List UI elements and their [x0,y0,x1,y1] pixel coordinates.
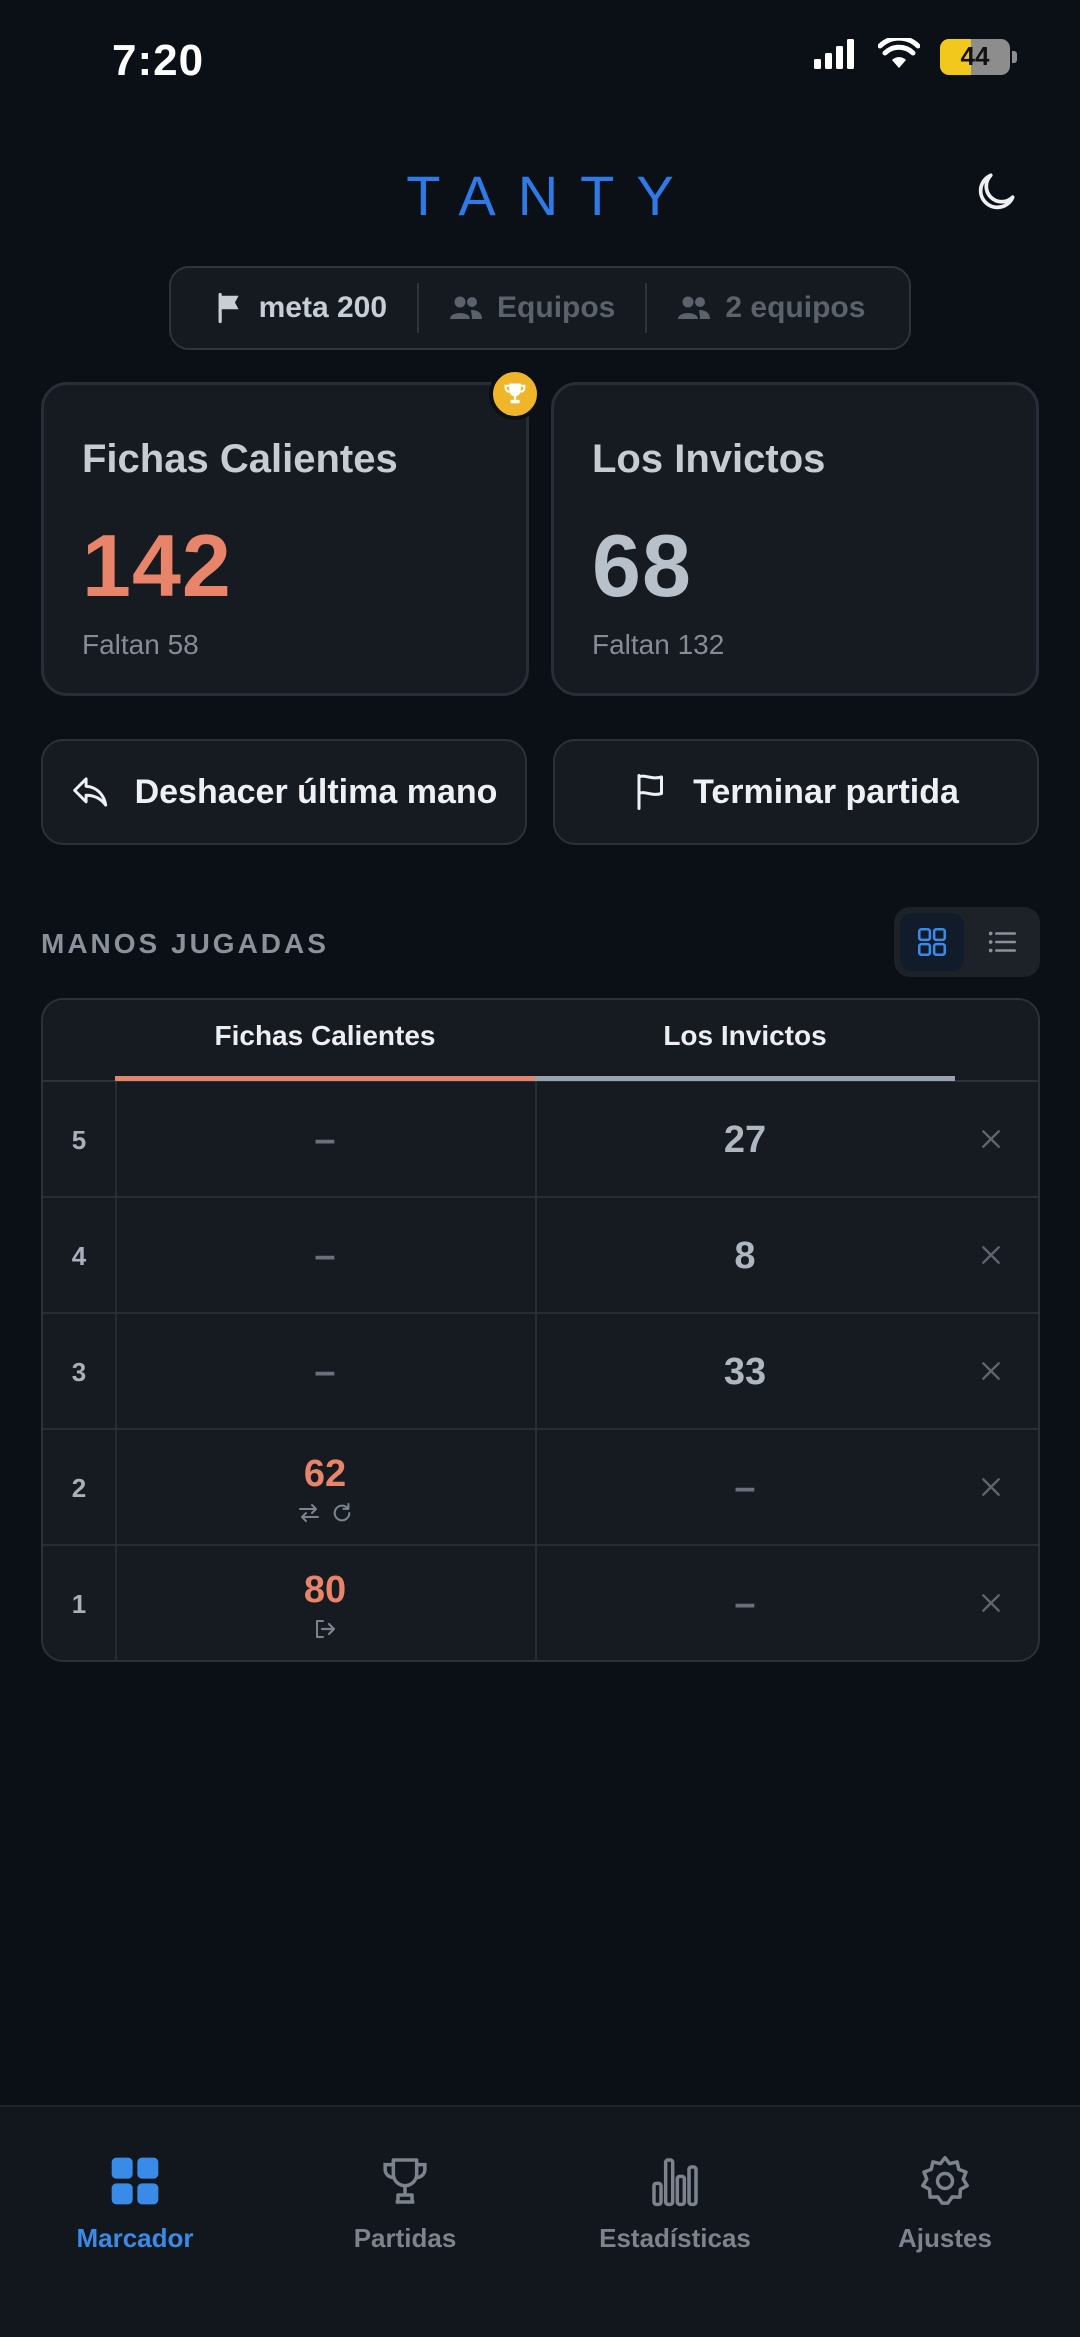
column-header: Fichas Calientes [214,1020,436,1051]
bar-chart-icon [652,2158,698,2207]
hand-number: 4 [71,1240,87,1271]
moon-icon [978,173,1015,210]
finish-game-button[interactable]: Terminar partida [553,739,1039,845]
team-name: Fichas Calientes [82,437,398,481]
wifi-icon [877,35,921,75]
exit-icon [316,1619,336,1638]
view-toggle [894,907,1040,977]
hand-number: 3 [71,1356,87,1387]
tab-partidas[interactable]: Partidas [270,2151,540,2254]
people-icon [678,296,711,319]
team2-points: 33 [723,1350,767,1393]
delete-hand-button[interactable] [968,1348,1014,1394]
tab-label: Estadísticas [599,2223,751,2253]
goal-pill[interactable]: meta 200 [185,283,417,333]
column-header: Los Invictos [663,1020,827,1051]
status-time: 7:20 [112,36,205,85]
swap-icon [299,1503,319,1522]
team-count-pill[interactable]: 2 equipos [647,283,895,333]
status-bar: 7:20 44 [0,0,1080,120]
table-row: 3 – 33 [43,1314,1038,1430]
hands-table: Fichas Calientes Los Invictos 5 – 27 4 –… [41,998,1040,1662]
undo-last-hand-button[interactable]: Deshacer última mano [41,739,527,845]
list-view-button[interactable] [970,913,1034,971]
delete-hand-button[interactable] [968,1464,1014,1510]
status-indicators: 44 [814,35,1017,75]
close-icon [982,1362,1000,1380]
hand-number: 1 [71,1588,87,1619]
theme-toggle-button[interactable] [966,162,1026,222]
section-title: MANOS JUGADAS [41,928,329,959]
grid-view-button[interactable] [900,913,964,971]
team1-points: 62 [303,1452,347,1495]
points-remaining: Faltan 132 [592,629,725,660]
team1-underline [115,1076,535,1081]
team-score: 142 [82,516,232,615]
hand-flags [313,1618,337,1640]
undo-icon [72,777,107,807]
mode-pill[interactable]: Equipos [419,283,645,333]
flag-outline-icon [637,774,664,810]
team1-points: – [314,1118,336,1161]
app-logo: TANTY [406,164,696,227]
gear-icon [921,2155,969,2205]
bottom-tab-bar: Marcador Partidas Estadísticas Ajustes [0,2105,1080,2337]
close-icon [982,1246,1000,1264]
team2-points: 8 [734,1234,756,1277]
tab-ajustes[interactable]: Ajustes [810,2151,1080,2254]
delete-hand-button[interactable] [968,1116,1014,1162]
hand-number: 2 [71,1472,87,1503]
team2-points: – [734,1582,756,1625]
team2-underline [535,1076,955,1081]
battery-indicator: 44 [940,38,1017,75]
tab-estadisticas[interactable]: Estadísticas [540,2151,810,2254]
table-row: 4 – 8 [43,1198,1038,1314]
table-row: 5 – 27 [43,1082,1038,1198]
list-icon [988,931,1017,953]
team1-points: – [314,1350,336,1393]
team1-points: 80 [303,1568,347,1611]
team2-points: – [734,1466,756,1509]
battery-level: 44 [960,41,990,71]
team2-points: 27 [723,1118,767,1161]
table-header: Fichas Calientes Los Invictos [43,1000,1038,1082]
delete-hand-button[interactable] [968,1580,1014,1626]
team-score: 68 [592,516,692,615]
tab-label: Ajustes [898,2223,992,2253]
table-row: 2 62 – [43,1430,1038,1546]
trophy-icon [504,383,526,404]
table-row: 1 80 – [43,1546,1038,1660]
flag-icon [218,292,239,324]
points-remaining: Faltan 58 [82,629,199,660]
team-name: Los Invictos [592,437,826,481]
close-icon [982,1478,1000,1496]
leader-badge [489,368,541,420]
tab-label: Marcador [76,2223,194,2253]
close-icon [982,1594,1000,1612]
refresh-icon [333,1502,351,1521]
cellular-signal-icon [814,39,858,74]
people-icon [450,296,483,319]
tab-label: Partidas [353,2223,457,2253]
grid-icon [111,2157,159,2205]
grid-icon [917,927,947,957]
team-score-card[interactable]: Los Invictos 68 Faltan 132 [551,382,1039,696]
hand-number: 5 [71,1124,87,1155]
game-settings-bar: meta 200 Equipos 2 equipos [169,266,911,350]
team-score-card[interactable]: Fichas Calientes 142 Faltan 58 [41,382,529,696]
trophy-icon [383,2158,427,2204]
tab-marcador[interactable]: Marcador [0,2151,270,2254]
team1-points: – [314,1234,336,1277]
delete-hand-button[interactable] [968,1232,1014,1278]
close-icon [982,1130,1000,1148]
hand-flags [297,1502,353,1524]
